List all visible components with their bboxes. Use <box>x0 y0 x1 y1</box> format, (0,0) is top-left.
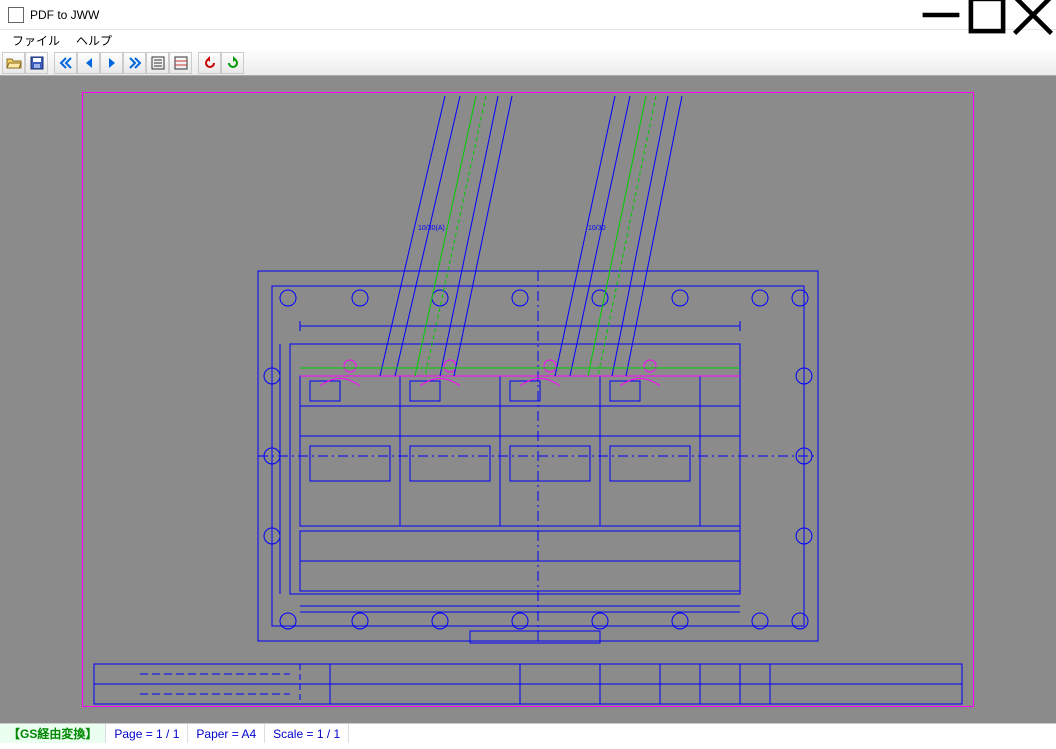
statusbar: 【GS経由変換】 Page = 1 / 1 Paper = A4 Scale =… <box>0 723 1056 743</box>
cad-drawing: 10/30(A) 10/30 <box>0 76 1056 723</box>
status-scale: Scale = 1 / 1 <box>265 724 349 743</box>
window-title: PDF to JWW <box>30 8 918 22</box>
status-mode: 【GS経由変換】 <box>0 724 106 743</box>
prev-page-button[interactable] <box>77 52 100 74</box>
rotate-ccw-button[interactable] <box>198 52 221 74</box>
minimize-button[interactable] <box>918 0 964 30</box>
drawing-label-2: 10/30 <box>588 225 606 232</box>
maximize-button[interactable] <box>964 0 1010 30</box>
save-button[interactable] <box>25 52 48 74</box>
menu-file[interactable]: ファイル <box>4 30 68 51</box>
menu-help[interactable]: ヘルプ <box>68 30 120 51</box>
rotate-cw-button[interactable] <box>221 52 244 74</box>
first-page-button[interactable] <box>54 52 77 74</box>
list-button[interactable] <box>146 52 169 74</box>
titlebar: PDF to JWW <box>0 0 1056 30</box>
close-button[interactable] <box>1010 0 1056 30</box>
menubar: ファイル ヘルプ <box>0 30 1056 50</box>
drawing-label-1: 10/30(A) <box>418 225 445 232</box>
toolbar <box>0 50 1056 76</box>
app-icon <box>8 7 24 23</box>
next-page-button[interactable] <box>100 52 123 74</box>
open-button[interactable] <box>2 52 25 74</box>
last-page-button[interactable] <box>123 52 146 74</box>
status-page: Page = 1 / 1 <box>106 724 188 743</box>
drawing-canvas[interactable]: 10/30(A) 10/30 <box>0 76 1056 723</box>
status-paper: Paper = A4 <box>188 724 265 743</box>
settings-button[interactable] <box>169 52 192 74</box>
